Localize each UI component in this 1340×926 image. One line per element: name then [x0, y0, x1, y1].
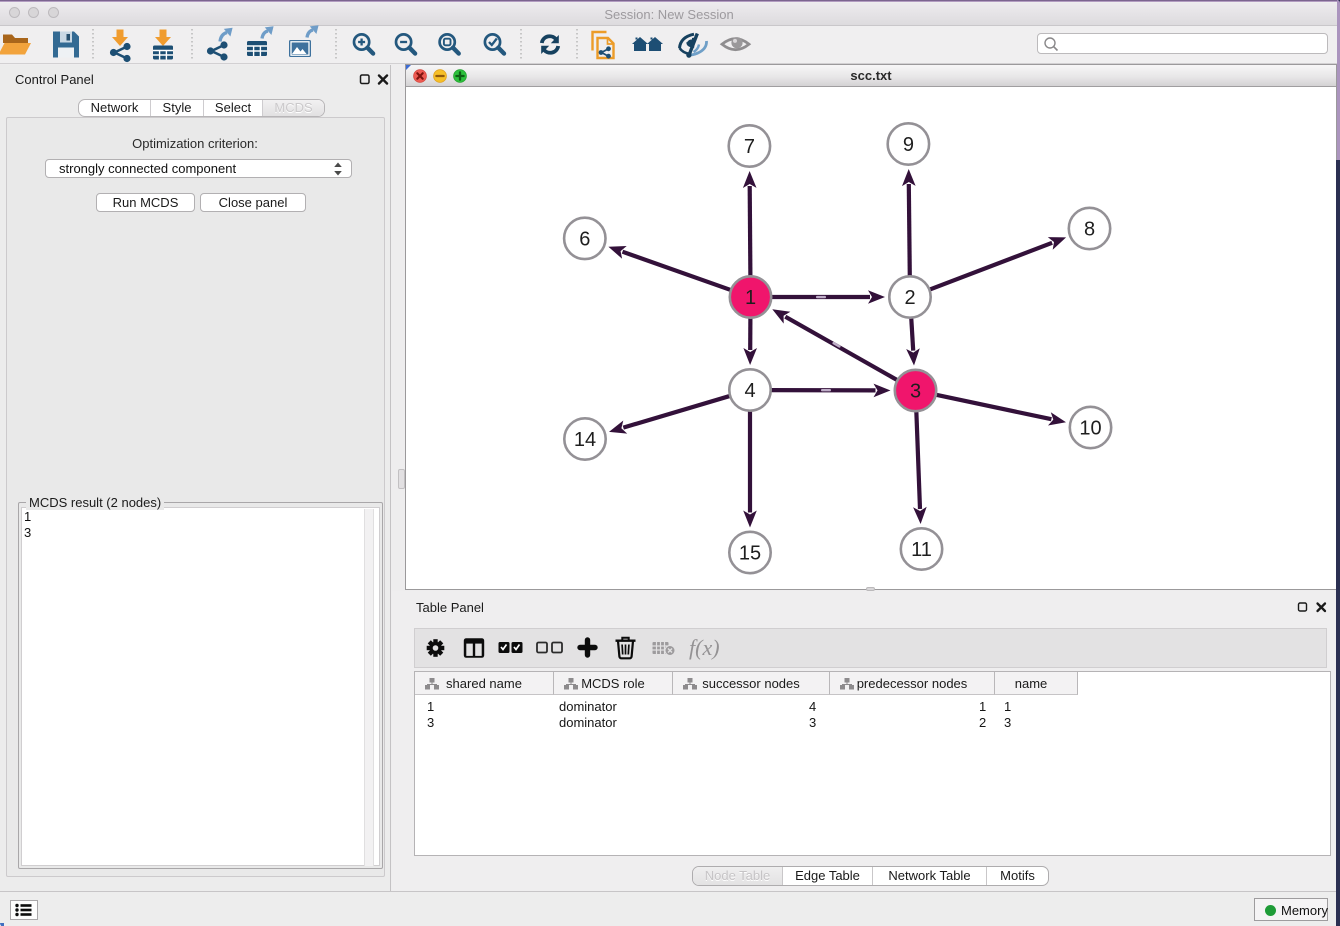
svg-text:8: 8: [1084, 219, 1095, 241]
svg-text:11: 11: [911, 539, 932, 561]
svg-text:1: 1: [745, 287, 756, 309]
svg-text:9: 9: [903, 134, 914, 156]
svg-text:4: 4: [744, 380, 755, 402]
svg-text:3: 3: [910, 381, 921, 403]
svg-text:10: 10: [1079, 418, 1101, 440]
svg-text:14: 14: [574, 429, 596, 451]
svg-text:6: 6: [579, 228, 590, 250]
svg-text:f(x): f(x): [689, 635, 720, 660]
svg-text:2: 2: [904, 287, 915, 309]
svg-text:15: 15: [739, 543, 761, 565]
svg-text:7: 7: [744, 136, 755, 158]
